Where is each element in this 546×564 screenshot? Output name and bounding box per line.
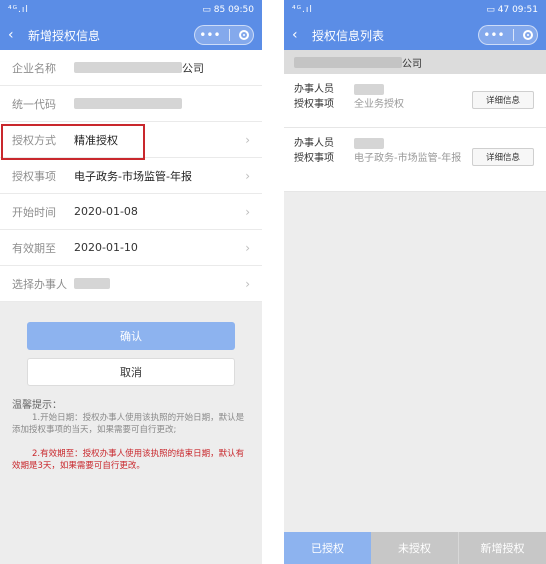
auth-form: 企业名称 公司 统一代码 授权方式 精准授权 › 授权事项 电子政务-市场监管-…	[0, 50, 262, 302]
back-icon[interactable]: ‹	[292, 27, 302, 43]
chevron-right-icon: ›	[245, 240, 250, 255]
detail-button[interactable]: 详细信息	[472, 148, 534, 166]
expiry-date-value: 2020-01-10	[74, 241, 138, 254]
tips-title: 温馨提示：	[12, 400, 62, 411]
company-header: 公司	[284, 50, 546, 74]
page-title: 新增授权信息	[28, 28, 101, 43]
scope-value: 电子政务-市场监管-年报	[354, 153, 462, 164]
battery-icon: ▭	[486, 5, 495, 15]
company-name-row: 企业名称 公司	[0, 50, 262, 86]
redacted-person	[354, 84, 384, 95]
miniprogram-capsule: •••	[478, 25, 538, 45]
person-label: 办事人员	[294, 138, 334, 149]
signal-icon: ⁴ᴳ.ıl	[8, 5, 29, 15]
scope-label: 授权事项	[294, 153, 334, 164]
scope-label: 授权事项	[294, 99, 334, 110]
highlight-box	[1, 124, 145, 160]
auth-scope-label: 授权事项	[12, 169, 56, 183]
miniprogram-capsule: •••	[194, 25, 254, 45]
start-date-label: 开始时间	[12, 205, 56, 219]
chevron-right-icon: ›	[245, 276, 250, 291]
company-name: 公司	[402, 58, 422, 70]
expiry-date-row[interactable]: 有效期至 2020-01-10 ›	[0, 230, 262, 266]
back-icon[interactable]: ‹	[8, 27, 18, 43]
redacted-company	[294, 56, 402, 68]
unified-code-label: 统一代码	[12, 97, 56, 111]
tab-add-authorization[interactable]: 新增授权	[458, 532, 546, 564]
person-label: 办事人员	[294, 84, 334, 95]
status-bar: ⁴ᴳ.ıl ▭ 85 09:50	[0, 0, 262, 20]
unified-code-row: 统一代码	[0, 86, 262, 122]
redacted-code	[74, 98, 182, 109]
select-agent-label: 选择办事人	[12, 277, 67, 291]
chevron-right-icon: ›	[245, 132, 250, 147]
tab-unauthorized[interactable]: 未授权	[371, 532, 458, 564]
auth-card: 办事人员 授权事项 电子政务-市场监管-年报 详细信息	[284, 128, 546, 192]
start-date-value: 2020-01-08	[74, 205, 138, 218]
right-screen: ⁴ᴳ.ıl ▭ 47 09:51 ‹ 授权信息列表 ••• 公司 办事人员 授权…	[284, 0, 546, 564]
more-icon[interactable]: •••	[199, 28, 220, 42]
battery-level: 47	[497, 5, 510, 15]
tip-start-date: 1.开始日期：授权办事人使用该执照的开始日期，默认是添加授权事项的当天，如果需要…	[12, 413, 245, 435]
redacted-agent	[74, 278, 110, 289]
title-bar: ‹ 授权信息列表 •••	[284, 20, 546, 50]
redacted-company	[74, 62, 182, 73]
company-name-label: 企业名称	[12, 61, 56, 75]
detail-button[interactable]: 详细信息	[472, 91, 534, 109]
start-date-row[interactable]: 开始时间 2020-01-08 ›	[0, 194, 262, 230]
chevron-right-icon: ›	[245, 204, 250, 219]
close-miniprogram-icon[interactable]	[522, 30, 533, 40]
title-bar: ‹ 新增授权信息 •••	[0, 20, 262, 50]
more-icon[interactable]: •••	[483, 28, 504, 42]
left-screen: ⁴ᴳ.ıl ▭ 85 09:50 ‹ 新增授权信息 ••• 企业名称 公司 统一…	[0, 0, 262, 564]
chevron-right-icon: ›	[245, 168, 250, 183]
clock: 09:50	[228, 5, 254, 15]
bottom-tab-bar: 已授权 未授权 新增授权	[284, 532, 546, 564]
company-name-value: 公司	[182, 61, 204, 75]
tab-authorized[interactable]: 已授权	[284, 532, 371, 564]
battery-level: 85	[213, 5, 226, 15]
battery-icon: ▭	[202, 5, 211, 15]
status-bar: ⁴ᴳ.ıl ▭ 47 09:51	[284, 0, 546, 20]
select-agent-row[interactable]: 选择办事人 ›	[0, 266, 262, 302]
cancel-button[interactable]: 取消	[27, 358, 235, 386]
tip-expiry-date: 2.有效期至：授权办事人使用该执照的结束日期，默认有效期是3天，如果需要可自行更…	[12, 449, 245, 471]
clock: 09:51	[512, 5, 538, 15]
auth-scope-value: 电子政务-市场监管-年报	[74, 169, 192, 183]
page-title: 授权信息列表	[312, 28, 385, 43]
auth-card: 办事人员 授权事项 全业务授权 详细信息	[284, 74, 546, 128]
signal-icon: ⁴ᴳ.ıl	[292, 5, 313, 15]
expiry-date-label: 有效期至	[12, 241, 56, 255]
scope-value: 全业务授权	[354, 99, 404, 110]
auth-scope-row[interactable]: 授权事项 电子政务-市场监管-年报 ›	[0, 158, 262, 194]
confirm-button[interactable]: 确认	[27, 322, 235, 350]
redacted-person	[354, 138, 384, 149]
close-miniprogram-icon[interactable]	[238, 30, 249, 40]
